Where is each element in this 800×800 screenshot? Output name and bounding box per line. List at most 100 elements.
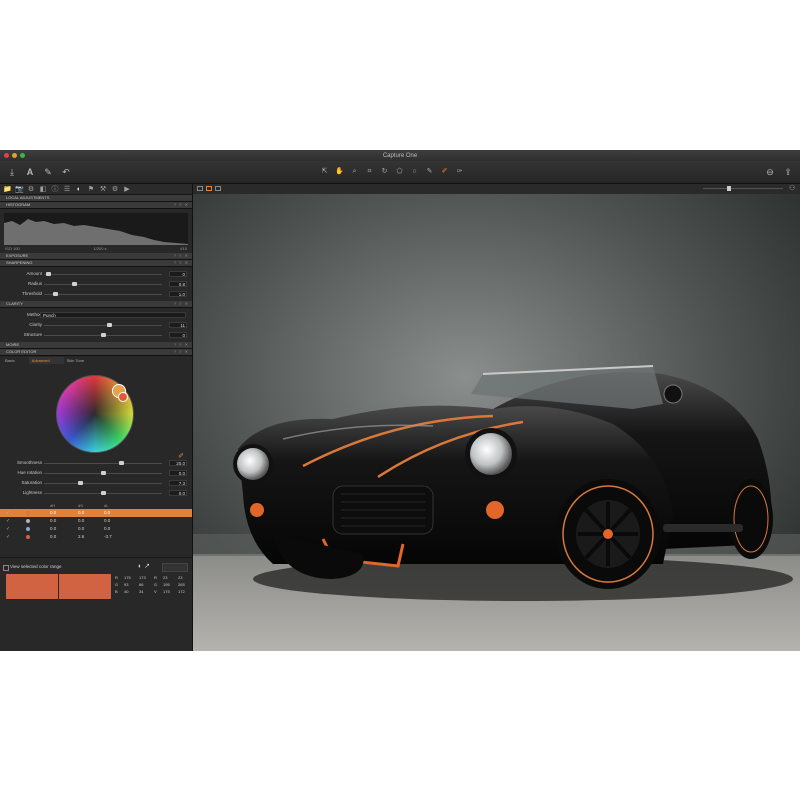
section-menu-icon[interactable]: ? ≡ ✕ bbox=[174, 342, 189, 348]
readout-value: R bbox=[154, 575, 157, 580]
zoom-slider-knob[interactable] bbox=[727, 186, 731, 191]
tool-tab-icon[interactable]: ⚑ bbox=[87, 185, 95, 194]
row-enable-checkbox[interactable]: ✓ bbox=[6, 511, 10, 516]
slider-track[interactable] bbox=[44, 274, 162, 275]
grid-view-icon[interactable] bbox=[215, 186, 221, 191]
color-picker-icon[interactable]: ✐ bbox=[440, 168, 449, 176]
table-row[interactable]: ✓ 0.0 0.0 0.0 bbox=[0, 517, 192, 525]
download-icon[interactable]: ⤓ bbox=[6, 166, 18, 178]
table-row[interactable]: ✓ 0.0 0.0 0.0 bbox=[0, 509, 192, 517]
slider-track[interactable] bbox=[44, 483, 162, 484]
row-enable-checkbox[interactable]: ✓ bbox=[6, 527, 10, 532]
color-editor-tab[interactable]: Basic bbox=[2, 357, 29, 364]
slider-label: Amount bbox=[26, 271, 42, 276]
histogram-header[interactable]: HISTOGRAM ? ≡ ✕ bbox=[0, 202, 192, 209]
multi-view-icon[interactable] bbox=[206, 186, 212, 191]
undo-icon[interactable]: ↶ bbox=[60, 166, 72, 178]
section-menu-icon[interactable]: ? ≡ ✕ bbox=[174, 260, 189, 266]
slider-knob[interactable] bbox=[100, 491, 106, 495]
slider-knob[interactable] bbox=[118, 461, 124, 465]
slider-value-field[interactable]: 0.8 bbox=[169, 281, 187, 287]
slider-value-field[interactable]: 11 bbox=[169, 322, 187, 328]
slider-track[interactable] bbox=[44, 463, 162, 464]
readout-row: B 40 34 V 175 172 bbox=[115, 588, 189, 595]
slider-value-field[interactable]: 20.0 bbox=[169, 460, 187, 466]
tool-tab-icon[interactable]: ☰ bbox=[63, 185, 71, 194]
slider-track[interactable] bbox=[44, 284, 162, 285]
row-enable-checkbox[interactable]: ✓ bbox=[6, 519, 10, 524]
readout-value: 23 bbox=[163, 575, 168, 580]
clarity-header[interactable]: CLARITY ? ≡ ✕ bbox=[0, 301, 192, 308]
color-editor-header[interactable]: COLOR EDITOR ? ≡ ✕ bbox=[0, 349, 192, 356]
cursor-icon[interactable]: ⇱ bbox=[320, 168, 329, 176]
brush-icon[interactable]: ✎ bbox=[425, 168, 434, 176]
slider-track[interactable] bbox=[44, 294, 162, 295]
section-menu-icon[interactable]: ? ≡ ✕ bbox=[174, 301, 189, 307]
table-cell: 0.0 bbox=[78, 526, 85, 531]
zoom-icon[interactable]: ⌕ bbox=[350, 168, 359, 176]
slider-track[interactable] bbox=[44, 325, 162, 326]
slider-knob[interactable] bbox=[100, 471, 106, 475]
tool-tab-icon[interactable]: ⓘ bbox=[51, 185, 59, 194]
moire-header[interactable]: MOIRE ? ≡ ✕ bbox=[0, 342, 192, 349]
color-swatch-dot bbox=[26, 519, 30, 523]
row-enable-checkbox[interactable]: ✓ bbox=[6, 535, 10, 540]
view-range-checkbox[interactable] bbox=[3, 565, 9, 571]
section-title: SHARPENING bbox=[6, 260, 33, 265]
slider-knob[interactable] bbox=[72, 282, 78, 286]
section-menu-icon[interactable]: ? ≡ ✕ bbox=[174, 253, 189, 259]
section-menu-icon[interactable]: ? ≡ ✕ bbox=[174, 349, 189, 355]
tool-tab-icon[interactable]: ⚒ bbox=[99, 185, 107, 194]
rotate-icon[interactable]: ↻ bbox=[380, 168, 389, 176]
color-editor-tab[interactable]: Advanced bbox=[28, 356, 64, 364]
tool-tab-icon[interactable]: ◧ bbox=[39, 185, 47, 194]
tool-tab-icon[interactable]: ▶ bbox=[123, 185, 131, 194]
local-adjustments-header[interactable]: LOCAL ADJUSTMENTS bbox=[0, 195, 192, 202]
section-title: HISTOGRAM bbox=[6, 202, 31, 207]
crop-icon[interactable]: ⌗ bbox=[365, 168, 374, 176]
hand-icon[interactable]: ✋ bbox=[335, 168, 344, 176]
tool-tab-icon[interactable]: ◐ bbox=[75, 185, 83, 194]
white-balance-icon[interactable]: ✑ bbox=[455, 168, 464, 176]
histogram-exif: ISO 100 1/200 s f/10 bbox=[5, 246, 187, 251]
tool-tab-icon[interactable]: 📁 bbox=[3, 185, 12, 194]
single-view-icon[interactable] bbox=[197, 186, 203, 191]
text-A-icon[interactable]: A bbox=[24, 166, 36, 178]
glasses-icon[interactable]: ⊖ bbox=[764, 166, 776, 178]
sharpening-header[interactable]: SHARPENING ? ≡ ✕ bbox=[0, 260, 192, 267]
slider-knob[interactable] bbox=[100, 333, 106, 337]
slider-value-field[interactable]: 7.3 bbox=[169, 480, 187, 486]
spot-icon[interactable]: ○ bbox=[410, 168, 419, 176]
slider-value-field[interactable]: 0.0 bbox=[169, 470, 187, 476]
slider-knob[interactable] bbox=[53, 292, 59, 296]
table-row[interactable]: ✓ 0.0 0.0 0.0 bbox=[0, 525, 192, 533]
slider-value-field[interactable]: 0 bbox=[169, 332, 187, 338]
tool-tab-icon[interactable]: ⚙ bbox=[111, 185, 119, 194]
user-icon[interactable]: ⚇ bbox=[789, 184, 795, 193]
readout-value: 40 bbox=[124, 589, 129, 594]
table-row[interactable]: ✓ 0.0 2.6 -3.7 bbox=[0, 533, 192, 541]
color-editor-tab[interactable]: Skin Tone bbox=[64, 357, 99, 364]
range-menu-button[interactable] bbox=[162, 563, 188, 572]
pen-icon[interactable]: ✎ bbox=[42, 166, 54, 178]
slider-value-field[interactable]: 0 bbox=[169, 271, 187, 277]
zoom-slider[interactable] bbox=[703, 188, 783, 189]
share-icon[interactable]: ⇪ bbox=[782, 166, 794, 178]
tool-tab-icon[interactable]: ⚙ bbox=[27, 185, 35, 194]
slider-value-field[interactable]: 1.0 bbox=[169, 291, 187, 297]
exposure-header[interactable]: EXPOSURE ? ≡ ✕ bbox=[0, 253, 192, 260]
keystone-icon[interactable]: ⬠ bbox=[395, 168, 404, 176]
slider-knob[interactable] bbox=[107, 323, 113, 327]
tool-tab-icon[interactable]: 📷 bbox=[15, 185, 24, 194]
color-editor-tabs: Basic Advanced Skin Tone bbox=[0, 356, 192, 364]
color-editor-sliders: Smoothness 20.0 Hue rotation 0.0 Saturation 7… bbox=[0, 458, 192, 498]
section-menu-icon[interactable]: ? ≡ ✕ bbox=[174, 202, 189, 208]
color-range-handle[interactable] bbox=[118, 392, 128, 402]
main-image[interactable] bbox=[193, 194, 800, 651]
slider-knob[interactable] bbox=[77, 481, 83, 485]
slider-value-field[interactable]: 0.0 bbox=[169, 490, 187, 496]
slider-knob[interactable] bbox=[46, 272, 52, 276]
picker-icon[interactable]: ◐ ↗ bbox=[138, 563, 150, 571]
method-select[interactable]: Punch bbox=[40, 312, 186, 318]
slider-row: Amount 0 bbox=[0, 269, 192, 279]
